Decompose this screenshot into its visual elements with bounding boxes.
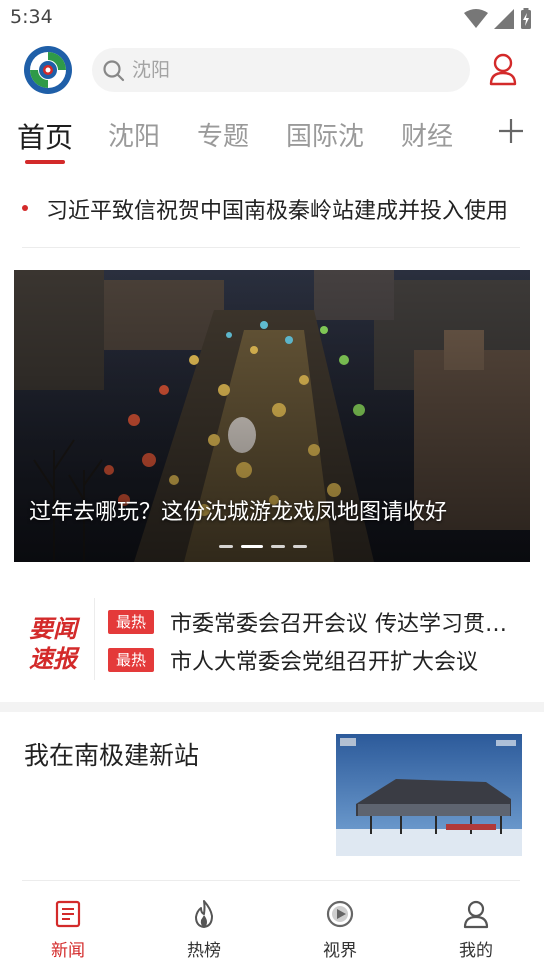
top-headline[interactable]: 习近平致信祝贺中国南极秦岭站建成并投入使用: [22, 190, 522, 228]
carousel-dot[interactable]: [219, 545, 233, 548]
express-logo-line1: 要闻: [29, 615, 77, 643]
tab-topics[interactable]: 专题: [197, 116, 249, 153]
carousel-dot[interactable]: [293, 545, 307, 548]
express-item[interactable]: 最热 市委常委会召开会议 传达学习贯彻习近平总书记重要讲话精神: [108, 605, 528, 639]
channel-tabs: 首页 沈阳 专题 国际沈 财经: [0, 106, 544, 166]
bottom-nav: 新闻 热榜 视界 我的: [0, 884, 544, 968]
headline-text: 习近平致信祝贺中国南极秦岭站建成并投入使用: [46, 199, 509, 224]
carousel-indicator: [219, 545, 307, 548]
tab-international[interactable]: 国际沈: [286, 116, 364, 153]
nav-profile-label: 我的: [459, 941, 493, 961]
tab-home[interactable]: 首页: [17, 116, 73, 156]
wifi-icon: [464, 9, 488, 28]
express-logo-line2: 速报: [29, 645, 77, 673]
active-tab-indicator: [25, 160, 65, 164]
hot-badge: 最热: [108, 610, 154, 634]
status-time: 5:34: [10, 6, 53, 28]
carousel-dot-active[interactable]: [241, 545, 263, 548]
tab-shenyang[interactable]: 沈阳: [108, 116, 160, 153]
search-icon: [103, 60, 125, 82]
search-bar[interactable]: [92, 48, 470, 92]
video-icon: [326, 900, 354, 928]
profile-icon: [463, 900, 489, 929]
app-logo[interactable]: [22, 44, 74, 96]
status-bar: 5:34: [0, 0, 544, 36]
hot-badge: 最热: [108, 648, 154, 672]
article-card[interactable]: 我在南极建新站: [0, 712, 544, 882]
divider: [22, 880, 520, 881]
express-logo: 要闻 速报: [22, 614, 84, 674]
signal-icon: [494, 9, 514, 29]
battery-icon: [521, 8, 531, 29]
nav-profile[interactable]: 我的: [426, 898, 526, 961]
express-item[interactable]: 最热 市人大常委会党组召开扩大会议: [108, 643, 528, 677]
header: [0, 36, 544, 106]
news-icon: [55, 900, 81, 928]
nav-trending[interactable]: 热榜: [154, 898, 254, 961]
divider: [22, 247, 520, 248]
flame-icon: [195, 900, 213, 928]
add-tab-icon[interactable]: [496, 116, 526, 146]
status-icons: [464, 8, 532, 30]
nav-vision[interactable]: 视界: [290, 898, 390, 961]
tab-finance[interactable]: 财经: [401, 116, 453, 153]
news-express: 要闻 速报 最热 市委常委会召开会议 传达学习贯彻习近平总书记重要讲话精神 最热…: [0, 596, 544, 682]
article-title: 我在南极建新站: [24, 741, 200, 770]
search-input[interactable]: [132, 48, 452, 92]
banner-caption: 过年去哪玩？这份沈城游龙戏凤地图请收好: [29, 500, 448, 525]
article-thumbnail: [336, 734, 522, 856]
banner-carousel[interactable]: 过年去哪玩？这份沈城游龙戏凤地图请收好: [14, 270, 530, 562]
headline-bullet: [22, 205, 28, 211]
user-icon[interactable]: [488, 52, 518, 86]
express-item-text: 市人大常委会党组召开扩大会议: [170, 650, 479, 675]
nav-trending-label: 热榜: [187, 941, 221, 961]
express-separator: [94, 598, 95, 680]
nav-news[interactable]: 新闻: [18, 898, 118, 961]
nav-vision-label: 视界: [323, 941, 357, 961]
express-item-text: 市委常委会召开会议 传达学习贯彻习近平总书记重要讲话精神: [170, 612, 520, 637]
section-gap: [0, 702, 544, 712]
nav-news-label: 新闻: [51, 941, 85, 961]
carousel-dot[interactable]: [271, 545, 285, 548]
